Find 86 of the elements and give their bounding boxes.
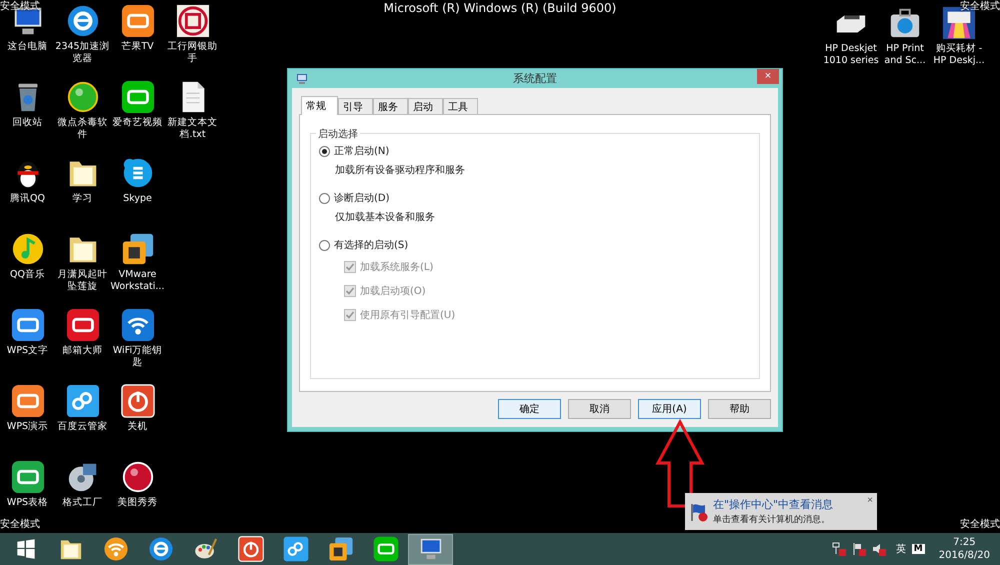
flag-icon[interactable] [852,542,866,556]
squares-icon [120,232,154,266]
taskbar-button[interactable] [408,534,453,564]
icon-label[interactable]: 新建文本文档.txt [164,117,220,141]
tab[interactable]: 工具 [443,98,478,114]
tv-icon [372,536,398,562]
wifi-icon [102,536,128,562]
globe-icon [66,4,100,38]
icon-label[interactable]: VMware Workstati... [110,269,166,293]
power-icon [120,384,154,418]
app-icon [66,308,100,342]
icon-label[interactable]: WPS演示 [0,421,56,433]
icon-label[interactable]: 学习 [54,193,110,205]
tv-icon [120,4,154,38]
group-title: 启动选择 [316,127,360,141]
mode-label: 安全模式 [960,1,1000,13]
app-icon [10,460,44,494]
icon-label[interactable]: 芒果TV [110,41,166,53]
bank-logo-icon [176,4,210,38]
radio-button[interactable] [319,240,330,250]
icon-label[interactable]: 回收站 [0,117,56,129]
dialog-button[interactable]: 确定 [498,399,561,419]
tab[interactable]: 服务 [373,98,408,114]
icon-label[interactable]: HP Print and Sc... [877,43,933,67]
tab[interactable]: 启动 [408,98,443,114]
icon-label[interactable]: HP Deskjet 1010 series [823,43,879,67]
option-description: 加载所有设备驱动程序和服务 [335,164,466,177]
dialog-button[interactable]: 取消 [568,399,631,419]
app-icon [10,308,44,342]
icon-label[interactable]: 格式工厂 [54,497,110,509]
monitor-icon [296,72,308,84]
icon-label[interactable]: 微点杀毒软件 [54,117,110,141]
tab[interactable]: 引导 [338,98,373,114]
network-icon[interactable] [832,542,846,556]
option-label[interactable]: 诊断启动(D) [334,191,390,205]
tv-icon [120,80,154,114]
icon-label[interactable]: 这台电脑 [0,41,56,53]
banner-text: Microsoft (R) Windows (R) (Build 9600) [384,1,616,15]
icon-label[interactable]: 关机 [110,421,166,433]
radio-button[interactable] [319,192,330,204]
icon-label[interactable]: WPS文字 [0,345,56,357]
clock-time[interactable]: 7:25 [953,536,976,549]
power-icon [238,536,264,562]
orb-icon [120,460,154,494]
notification-toast[interactable]: 在"操作中心"中查看消息 单击查看有关计算机的消息。 × [685,493,877,530]
option-label[interactable]: 正常启动(N) [334,144,390,158]
cloud-icon [282,536,308,562]
squares-icon [328,536,354,562]
app-icon [10,384,44,418]
icon-label[interactable]: WPS表格 [0,497,56,509]
clock-date[interactable]: 2016/8/20 [938,549,990,562]
icon-label[interactable]: 邮箱大师 [54,345,110,357]
globe-icon [148,536,174,562]
icon-label[interactable]: 美图秀秀 [110,497,166,509]
music-note-icon [10,232,44,266]
icon-label[interactable]: 购买耗材 - HP Deskj... [931,43,987,67]
tab[interactable]: 常规 [301,96,338,115]
flag-icon [689,502,709,522]
icon-label[interactable]: 腾讯QQ [0,193,56,205]
icon-label[interactable]: 百度云管家 [54,421,110,433]
radio-button[interactable] [319,146,330,156]
icon-label[interactable]: WiFi万能钥匙 [110,345,166,369]
icon-label[interactable]: QQ音乐 [0,269,56,281]
speaker-icon[interactable] [872,542,886,556]
mode-label: 安全模式 [960,519,1000,531]
window-title: 系统配置 [513,71,557,86]
notification-title: 在"操作中心"中查看消息 [713,497,834,512]
icon-label[interactable]: 工行网银助手 [164,41,220,65]
mode-label: 安全模式 [0,519,40,531]
icon-label[interactable]: 2345加速浏览器 [54,41,110,65]
cloud-icon [66,384,100,418]
icon-label[interactable]: 爱奇艺视频 [110,117,166,129]
notification-message: 单击查看有关计算机的消息。 [713,514,831,526]
icon-label[interactable]: Skype [110,193,166,205]
input-method-indicator[interactable]: M [912,544,925,554]
dialog-button[interactable]: 帮助 [708,399,771,419]
icon-label[interactable]: 月潇风起叶坠莲旋 [54,269,110,293]
language-indicator[interactable]: 英 [896,542,906,556]
briefcase-icon [888,6,922,40]
option-description: 仅加载基本设备和服务 [335,210,436,224]
close-button[interactable]: × [757,69,779,84]
dialog-button[interactable]: 应用(A) [638,399,701,419]
orb-icon [66,80,100,114]
close-button[interactable]: × [867,495,873,506]
wifi-icon [120,308,154,342]
option-label[interactable]: 有选择的启动(S) [334,238,408,252]
